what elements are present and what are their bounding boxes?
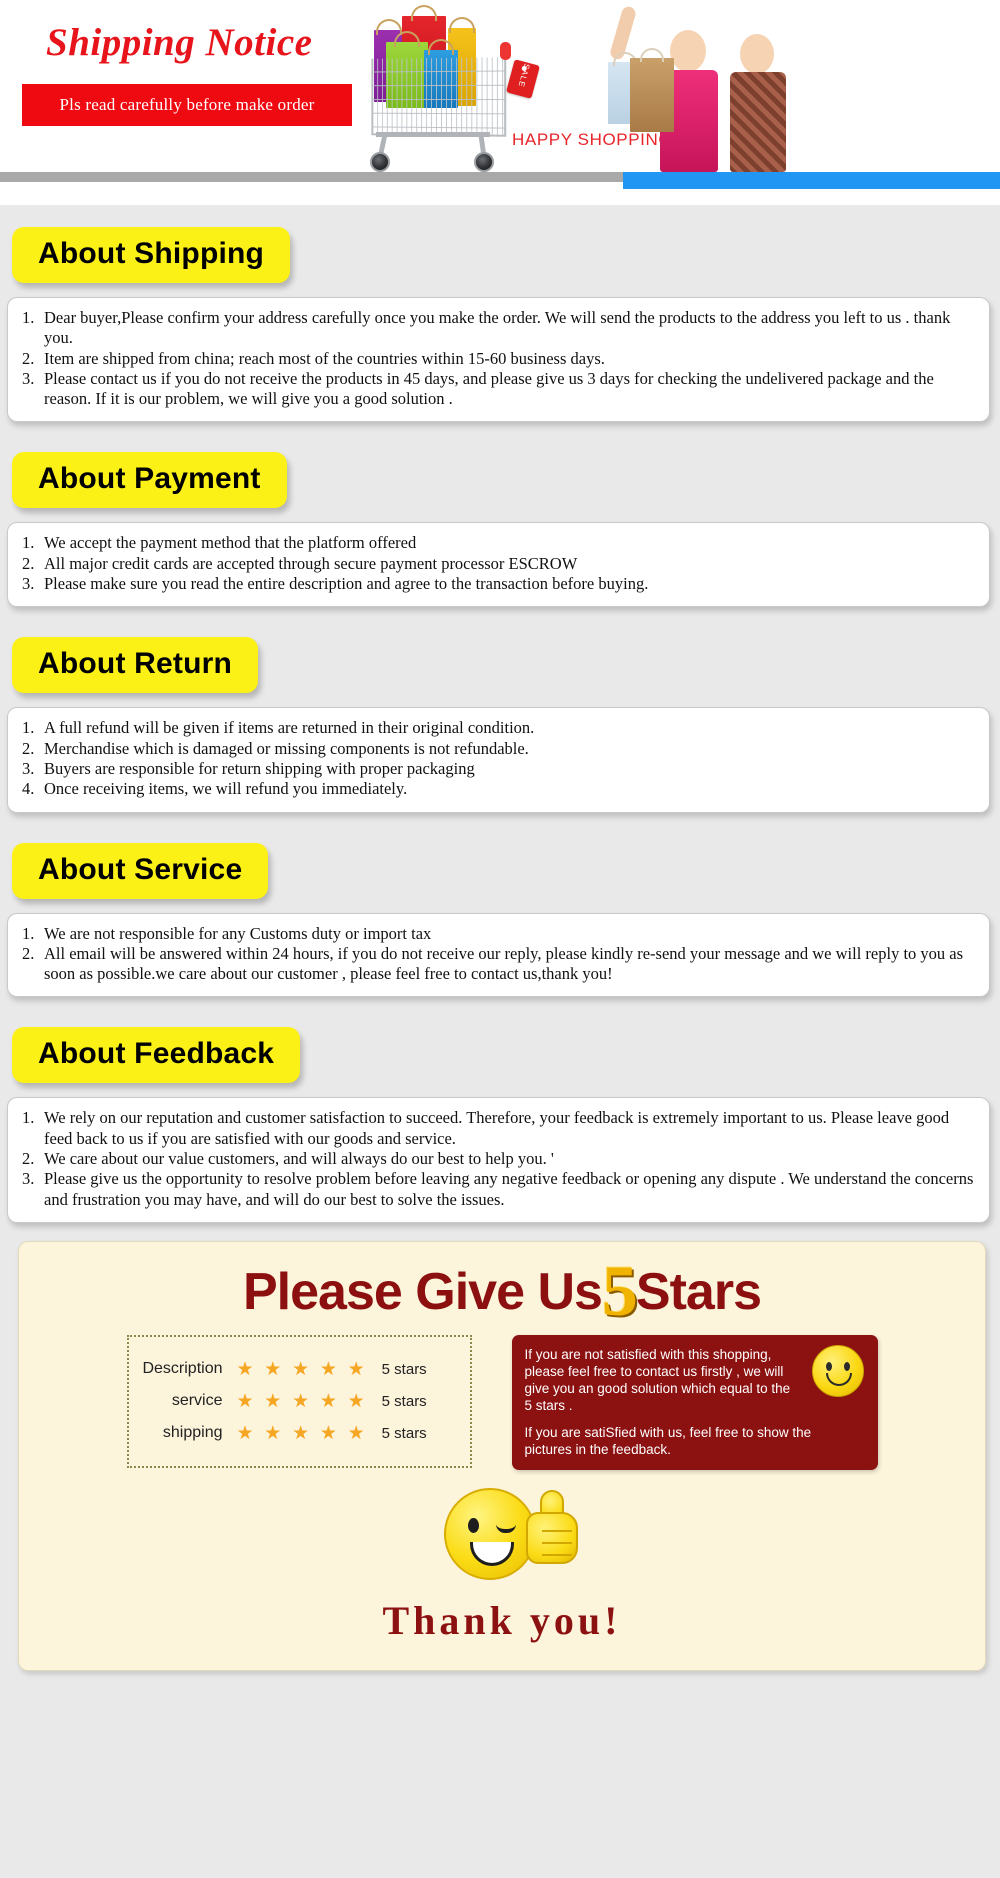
section-heading-feedback-label: About Feedback (38, 1037, 275, 1071)
rating-label: Description (142, 1360, 223, 1378)
section-heading-shipping-label: About Shipping (38, 237, 265, 270)
rating-breakdown-box: Description ★ ★ ★ ★ ★ 5 stars service ★ … (126, 1334, 472, 1468)
list-item: A full refund will be given if items are… (22, 718, 535, 739)
thank-you-text: Thank you! (382, 1597, 622, 1643)
section-heading-payment-label: About Payment (38, 462, 261, 496)
notice-subtitle-bar: Pls read carefully before make order (22, 84, 352, 126)
rating-and-note-row: Description ★ ★ ★ ★ ★ 5 stars service ★ … (19, 1334, 985, 1470)
cart-handle (500, 42, 511, 60)
list-item: Once receiving items, we will refund you… (22, 779, 408, 800)
list-item: Merchandise which is damaged or missing … (22, 738, 529, 760)
list-item: Dear buyer,Please confirm your address c… (22, 308, 951, 348)
notice-subtitle-text: Pls read carefully before make order (59, 95, 315, 114)
section-heading-feedback: About Feedback (12, 1027, 301, 1084)
thumbs-up-emoji (19, 1487, 985, 1593)
section-body-payment: We accept the payment method that the pl… (7, 522, 990, 608)
page-title: Shipping Notice (46, 21, 313, 64)
list-item: Please contact us if you do not receive … (22, 368, 934, 409)
section-heading-shipping: About Shipping (12, 227, 291, 283)
thumbs-up-hand-icon (526, 1489, 582, 1566)
cart-basket (371, 57, 507, 137)
list-item: All email will be answered within 24 hou… (22, 943, 964, 984)
sale-tag-label: SALE (516, 62, 532, 89)
list-item: We care about our value customers, and w… (22, 1149, 554, 1170)
cart-wheel-right (474, 152, 494, 172)
headline-left-text: Please Give Us (243, 1262, 603, 1321)
hand-palm (526, 1511, 578, 1564)
section-heading-return: About Return (12, 637, 259, 694)
finger-line-2 (542, 1541, 572, 1544)
list-item: We rely on our reputation and customer s… (22, 1108, 950, 1148)
star-rating-icon: ★ ★ ★ ★ ★ (236, 1390, 368, 1412)
rating-value: 5 stars (381, 1360, 427, 1378)
star-rating-icon: ★ ★ ★ ★ ★ (236, 1422, 368, 1444)
shopper-torso-right (730, 72, 786, 172)
cart-basket-grid (373, 57, 505, 135)
emoji-eye-open (468, 1517, 479, 1533)
smiley-eye-left (825, 1361, 832, 1371)
star-rating-icon: ★ ★ ★ ★ ★ (236, 1358, 368, 1380)
emoji-mouth (470, 1541, 514, 1566)
five-stars-headline: Please Give Us5Stars (19, 1255, 985, 1327)
paper-bag-kraft (630, 48, 674, 132)
rating-label: shipping (162, 1424, 223, 1442)
section-heading-service: About Service (12, 842, 269, 899)
section-heading-return-label: About Return (38, 647, 233, 681)
list-item: We are not responsible for any Customs d… (22, 923, 432, 945)
section-body-return: A full refund will be given if items are… (7, 707, 990, 813)
shopper-head-left (670, 30, 706, 72)
shopper-head-right (740, 34, 774, 74)
emoji-eye-wink (496, 1524, 516, 1533)
smiley-eye-right (843, 1361, 850, 1371)
rating-label: service (171, 1392, 223, 1410)
finger-line-1 (542, 1529, 572, 1532)
sale-tag-icon: SALE (506, 59, 540, 99)
rating-row-service: service ★ ★ ★ ★ ★ 5 stars (141, 1390, 454, 1413)
header-banner: Shipping Notice Pls read carefully befor… (0, 0, 1000, 205)
shoppers-photo (600, 0, 860, 172)
smiley-face-icon (811, 1344, 864, 1397)
rating-row-shipping: shipping ★ ★ ★ ★ ★ 5 stars (141, 1422, 454, 1445)
section-body-shipping: Dear buyer,Please confirm your address c… (7, 297, 990, 423)
list-item: Please give us the opportunity to resolv… (22, 1169, 974, 1209)
satisfaction-note-box: If you are not satisfied with this shopp… (511, 1334, 878, 1470)
cart-base-bar (376, 132, 490, 137)
rating-value: 5 stars (381, 1392, 427, 1410)
list-item: Buyers are responsible for return shippi… (22, 758, 475, 780)
headline-number-five: 5 (601, 1250, 638, 1331)
finger-line-3 (542, 1553, 572, 1556)
section-heading-payment: About Payment (12, 452, 287, 509)
rating-row-description: Description ★ ★ ★ ★ ★ 5 stars (141, 1358, 454, 1381)
section-body-service: We are not responsible for any Customs d… (7, 912, 990, 998)
cart-wheel-left (370, 152, 390, 172)
smiley-mouth (825, 1372, 852, 1386)
list-item: We accept the payment method that the pl… (22, 533, 417, 554)
list-item: Please make sure you read the entire des… (22, 574, 649, 595)
rating-value: 5 stars (381, 1424, 427, 1442)
divider-strip-blue (623, 172, 1000, 189)
list-item: All major credit cards are accepted thro… (22, 553, 578, 575)
headline-right-text: Stars (635, 1262, 762, 1321)
list-item: Item are shipped from china; reach most … (22, 348, 605, 370)
winking-face-icon (444, 1487, 536, 1580)
section-body-feedback: We rely on our reputation and customer s… (7, 1097, 990, 1223)
satisfaction-note-text-2: If you are satiSfied with us, feel free … (524, 1424, 812, 1457)
divider-strip-gray (0, 172, 623, 182)
five-stars-panel: Please Give Us5Stars Description ★ ★ ★ ★… (18, 1240, 986, 1671)
sections-container: About Shipping Dear buyer,Please confirm… (0, 205, 1000, 1671)
section-heading-service-label: About Service (38, 852, 243, 886)
